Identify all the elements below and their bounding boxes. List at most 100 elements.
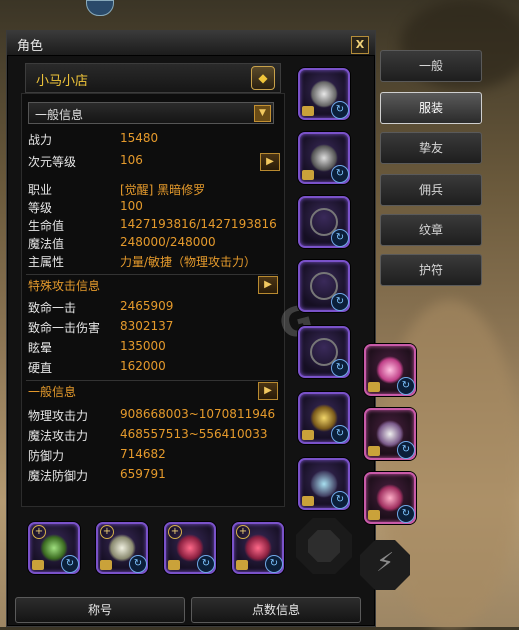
stat-label: 等级 — [28, 201, 53, 215]
equip-slot-empty-1[interactable]: ↻ — [298, 196, 350, 248]
equip-slot-pet-1[interactable]: ↻ — [364, 344, 416, 396]
tab-general[interactable]: 一般 — [380, 50, 482, 82]
equip-slot-weapon[interactable]: ↻ — [298, 392, 350, 444]
stat-label: 生命值 — [28, 219, 65, 233]
chevron-right-icon[interactable]: ▶ — [258, 276, 278, 294]
chevron-right-icon[interactable]: ▶ — [258, 382, 278, 400]
equip-slot-bottom-2[interactable]: + ↻ — [96, 522, 148, 574]
equip-slot-bottom-4[interactable]: + ↻ — [232, 522, 284, 574]
tab-talisman[interactable]: 护符 — [380, 254, 482, 286]
section-label: 特殊攻击信息 — [28, 279, 101, 293]
tab-friend[interactable]: 挚友 — [380, 132, 482, 164]
refresh-icon[interactable]: ↻ — [331, 425, 349, 443]
refresh-icon[interactable]: ↻ — [331, 293, 349, 311]
equip-slot-pet-2[interactable]: ↻ — [364, 408, 416, 460]
lock-icon — [302, 430, 314, 440]
stat-value: 908668003~1070811946 — [120, 407, 276, 421]
diamond-arrow-icon[interactable]: ◆ — [251, 66, 275, 90]
stat-row: 战力 15480 — [28, 130, 282, 148]
tab-label: 一般 — [418, 59, 443, 73]
stat-value: 100 — [120, 199, 143, 213]
stat-label: 战力 — [28, 133, 53, 147]
info-dropdown[interactable]: 一般信息 ▼ — [28, 102, 274, 124]
refresh-icon[interactable]: ↻ — [331, 491, 349, 509]
stat-value: [觉醒] 黑暗修罗 — [120, 183, 206, 197]
equip-slot-bottom-1[interactable]: + ↻ — [28, 522, 80, 574]
refresh-icon[interactable]: ↻ — [61, 555, 79, 573]
titlebar[interactable]: 角色 X — [7, 31, 375, 56]
equip-slot-aura[interactable]: ↻ — [298, 458, 350, 510]
tab-mercenary[interactable]: 佣兵 — [380, 174, 482, 206]
stat-value: 659791 — [120, 467, 166, 481]
refresh-icon[interactable]: ↻ — [397, 505, 415, 523]
tab-emblem[interactable]: 纹章 — [380, 214, 482, 246]
stat-label: 魔法防御力 — [28, 469, 89, 483]
chevron-right-icon[interactable]: ▶ — [260, 153, 280, 171]
tab-label: 佣兵 — [418, 183, 443, 197]
equip-slot-head[interactable]: ↻ — [298, 68, 350, 120]
refresh-icon[interactable]: ↻ — [331, 165, 349, 183]
points-info-button[interactable]: 点数信息 — [191, 597, 361, 623]
stat-value: 135000 — [120, 339, 166, 353]
stat-value: 力量/敏捷（物理攻击力） — [120, 255, 257, 269]
stat-label: 致命一击伤害 — [28, 321, 101, 335]
section-label: 一般信息 — [28, 385, 77, 399]
equip-slot-bottom-3[interactable]: + ↻ — [164, 522, 216, 574]
top-orb — [86, 0, 114, 16]
tab-label: 护符 — [418, 263, 443, 277]
stat-row: 职业 [觉醒] 黑暗修罗 — [28, 180, 282, 198]
refresh-icon[interactable]: ↻ — [331, 229, 349, 247]
stat-value: 106 — [120, 153, 143, 167]
equip-slot-empty-2[interactable]: ↻ — [298, 260, 350, 312]
stat-label: 防御力 — [28, 449, 65, 463]
stat-row: 防御力 714682 — [28, 446, 282, 464]
equip-slot-empty-3[interactable]: ↻ — [298, 326, 350, 378]
stats-panel: 一般信息 ▼ 战力 15480 次元等级 106 ▶ 职业 [觉醒] 黑暗修罗 … — [21, 93, 285, 507]
tab-label: 挚友 — [418, 141, 443, 155]
stat-label: 眩晕 — [28, 341, 53, 355]
chevron-down-icon[interactable]: ▼ — [254, 105, 271, 122]
refresh-icon[interactable]: ↻ — [265, 555, 283, 573]
lock-icon — [368, 510, 380, 520]
lock-icon — [368, 382, 380, 392]
refresh-icon[interactable]: ↻ — [331, 101, 349, 119]
tab-costume[interactable]: 服装 — [380, 92, 482, 124]
stat-value: 1427193816/1427193816 — [120, 217, 277, 231]
stat-label: 主属性 — [28, 255, 65, 269]
tab-label: 纹章 — [418, 223, 443, 237]
dropdown-selected: 一般信息 — [35, 108, 84, 122]
stat-row: 魔法防御力 659791 — [28, 466, 282, 484]
stat-label: 魔法攻击力 — [28, 429, 89, 443]
stat-label: 物理攻击力 — [28, 409, 89, 423]
stat-row: 致命一击 2465909 — [28, 298, 282, 316]
stat-row: 魔法攻击力 468557513~556410033 — [28, 426, 282, 444]
lock-icon — [302, 496, 314, 506]
lock-icon — [368, 446, 380, 456]
section-general[interactable]: 一般信息 ▶ — [26, 380, 278, 400]
stat-label: 魔法值 — [28, 237, 65, 251]
lightning-icon: ⚡ — [376, 548, 395, 578]
close-icon[interactable]: X — [351, 36, 369, 54]
stat-row: 硬直 162000 — [28, 358, 282, 376]
lock-icon — [302, 106, 314, 116]
refresh-icon[interactable]: ↻ — [129, 555, 147, 573]
lock-icon — [302, 170, 314, 180]
refresh-icon[interactable]: ↻ — [331, 359, 349, 377]
title-button[interactable]: 称号 — [15, 597, 185, 623]
section-special-attack[interactable]: 特殊攻击信息 ▶ — [26, 274, 278, 294]
stat-row: 等级 100 — [28, 198, 282, 216]
window-title: 角色 — [17, 39, 44, 54]
stat-label: 硬直 — [28, 361, 53, 375]
stat-row: 主属性 力量/敏捷（物理攻击力） — [28, 252, 282, 270]
stat-row: 次元等级 106 ▶ — [28, 152, 282, 171]
stat-label: 次元等级 — [28, 155, 77, 169]
equip-slot-top[interactable]: ↻ — [298, 132, 350, 184]
refresh-icon[interactable]: ↻ — [197, 555, 215, 573]
lightning-slot[interactable]: ⚡ — [360, 540, 410, 590]
refresh-icon[interactable]: ↻ — [397, 377, 415, 395]
refresh-icon[interactable]: ↻ — [397, 441, 415, 459]
equip-slot-pet-3[interactable]: ↻ — [364, 472, 416, 524]
lock-icon — [100, 560, 112, 570]
stat-value: 714682 — [120, 447, 166, 461]
stat-row: 物理攻击力 908668003~1070811946 — [28, 406, 282, 424]
